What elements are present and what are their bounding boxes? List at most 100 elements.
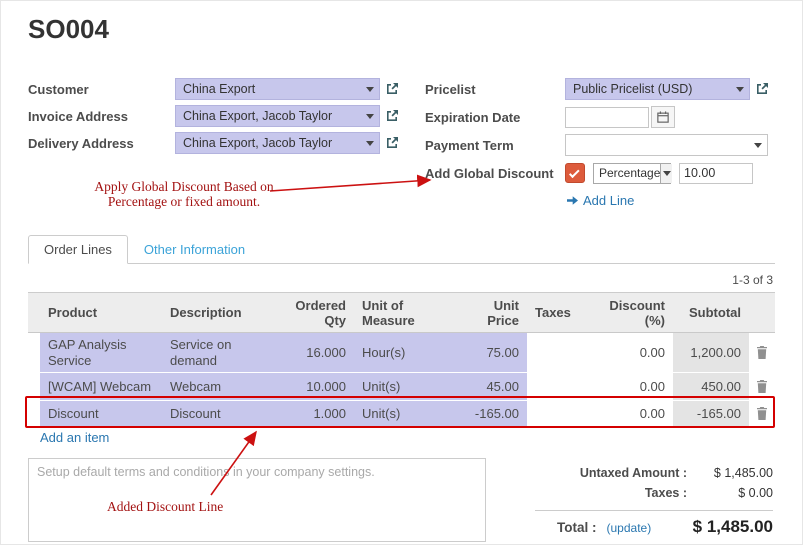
cell-description[interactable]: Service on demand — [162, 333, 269, 373]
external-link-icon[interactable] — [385, 136, 399, 150]
delivery-address-value: China Export, Jacob Taylor — [183, 136, 364, 150]
invoice-address-label: Invoice Address — [28, 109, 175, 124]
col-header-discount[interactable]: Discount (%) — [589, 293, 673, 333]
form-left-column: Customer China Export Invoice Address Ch… — [28, 78, 403, 159]
chevron-down-icon[interactable] — [364, 114, 375, 119]
totals-summary: Untaxed Amount : $ 1,485.00 Taxes : $ 0.… — [535, 463, 773, 537]
table-header-row: Product Description Ordered Qty Unit of … — [28, 293, 775, 333]
total-value: $ 1,485.00 — [651, 517, 773, 537]
cell-unit-price[interactable]: -165.00 — [452, 401, 527, 427]
external-link-icon[interactable] — [385, 109, 399, 123]
payment-term-select[interactable] — [565, 134, 768, 156]
cell-subtotal: -165.00 — [673, 401, 749, 427]
external-link-icon[interactable] — [755, 82, 769, 96]
pricelist-select[interactable]: Public Pricelist (USD) — [565, 78, 750, 100]
col-header-description[interactable]: Description — [162, 293, 269, 333]
customer-value: China Export — [183, 82, 364, 96]
pager: 1-3 of 3 — [732, 273, 773, 287]
page-title: SO004 — [28, 14, 109, 45]
cell-discount[interactable]: 0.00 — [589, 333, 673, 373]
invoice-address-select[interactable]: China Export, Jacob Taylor — [175, 105, 380, 127]
pricelist-label: Pricelist — [425, 82, 565, 97]
delivery-address-select[interactable]: China Export, Jacob Taylor — [175, 132, 380, 154]
notebook-tabs: Order Lines Other Information — [28, 237, 775, 264]
customer-select[interactable]: China Export — [175, 78, 380, 100]
tab-order-lines[interactable]: Order Lines — [28, 235, 128, 264]
col-header-unit-price[interactable]: Unit Price — [452, 293, 527, 333]
cell-subtotal: 450.00 — [673, 373, 749, 401]
chevron-down-icon[interactable] — [734, 87, 745, 92]
annotation-discount-line: Added Discount Line — [107, 499, 223, 514]
cell-unit-price[interactable]: 45.00 — [452, 373, 527, 401]
cell-taxes[interactable] — [527, 333, 589, 373]
cell-discount[interactable]: 0.00 — [589, 373, 673, 401]
col-header-uom[interactable]: Unit of Measure — [354, 293, 452, 333]
trash-icon[interactable] — [749, 346, 775, 359]
global-discount-label: Add Global Discount — [425, 166, 565, 181]
delete-row-button[interactable] — [749, 333, 775, 373]
cell-uom[interactable]: Unit(s) — [354, 401, 452, 427]
update-total-link[interactable]: (update) — [607, 521, 652, 535]
cell-product[interactable]: Discount — [40, 401, 162, 427]
delete-row-button[interactable] — [749, 373, 775, 401]
cell-product[interactable]: [WCAM] Webcam — [40, 373, 162, 401]
payment-term-label: Payment Term — [425, 138, 565, 153]
cell-qty[interactable]: 1.000 — [269, 401, 354, 427]
cell-unit-price[interactable]: 75.00 — [452, 333, 527, 373]
chevron-down-icon[interactable] — [752, 143, 763, 148]
chevron-down-icon[interactable] — [364, 141, 375, 146]
delete-row-button[interactable] — [749, 401, 775, 427]
row-handle — [28, 333, 40, 373]
discount-type-select[interactable]: Percentage — [593, 163, 671, 184]
cell-description[interactable]: Webcam — [162, 373, 269, 401]
arrow-right-icon — [567, 195, 578, 206]
taxes-label: Taxes : — [535, 486, 687, 500]
terms-textarea[interactable] — [28, 458, 486, 542]
add-line-button[interactable]: Add Line — [567, 193, 634, 208]
col-header-taxes[interactable]: Taxes — [527, 293, 589, 333]
cell-uom[interactable]: Unit(s) — [354, 373, 452, 401]
col-header-delete — [749, 293, 775, 333]
tab-other-information[interactable]: Other Information — [128, 235, 261, 264]
cell-qty[interactable]: 10.000 — [269, 373, 354, 401]
trash-icon[interactable] — [749, 380, 775, 393]
sales-order-form: SO004 Customer China Export Invoice Addr… — [0, 0, 803, 545]
cell-discount[interactable]: 0.00 — [589, 401, 673, 427]
row-handle — [28, 401, 40, 427]
cell-taxes[interactable] — [527, 401, 589, 427]
expiration-date-label: Expiration Date — [425, 110, 565, 125]
table-row-discount: Discount Discount 1.000 Unit(s) -165.00 … — [28, 401, 775, 427]
cell-product[interactable]: GAP Analysis Service — [40, 333, 162, 373]
untaxed-amount-label: Untaxed Amount : — [535, 466, 687, 480]
chevron-down-icon[interactable] — [364, 87, 375, 92]
table-row: GAP Analysis Service Service on demand 1… — [28, 333, 775, 373]
col-header-subtotal[interactable]: Subtotal — [673, 293, 749, 333]
pricelist-value: Public Pricelist (USD) — [573, 82, 734, 96]
taxes-value: $ 0.00 — [687, 486, 773, 500]
total-label: Total : — [557, 520, 597, 535]
global-discount-checkbox[interactable] — [565, 163, 585, 183]
cell-uom[interactable]: Hour(s) — [354, 333, 452, 373]
delivery-address-label: Delivery Address — [28, 136, 175, 151]
check-icon — [569, 167, 580, 178]
row-handle — [28, 373, 40, 401]
chevron-down-icon[interactable] — [660, 164, 672, 183]
col-header-qty[interactable]: Ordered Qty — [269, 293, 354, 333]
discount-amount-input[interactable] — [679, 163, 753, 184]
col-header-handle — [28, 293, 40, 333]
add-an-item-link[interactable]: Add an item — [40, 430, 109, 445]
invoice-address-value: China Export, Jacob Taylor — [183, 109, 364, 123]
trash-icon[interactable] — [749, 407, 775, 420]
untaxed-amount-value: $ 1,485.00 — [687, 466, 773, 480]
col-header-product[interactable]: Product — [40, 293, 162, 333]
external-link-icon[interactable] — [385, 82, 399, 96]
table-row: [WCAM] Webcam Webcam 10.000 Unit(s) 45.0… — [28, 373, 775, 401]
cell-qty[interactable]: 16.000 — [269, 333, 354, 373]
cell-taxes[interactable] — [527, 373, 589, 401]
order-lines-table: Product Description Ordered Qty Unit of … — [28, 292, 775, 427]
calendar-icon[interactable] — [651, 106, 675, 128]
annotation-global-discount: Apply Global Discount Based on Percentag… — [88, 179, 280, 209]
cell-description[interactable]: Discount — [162, 401, 269, 427]
expiration-date-input[interactable] — [565, 107, 649, 128]
cell-subtotal: 1,200.00 — [673, 333, 749, 373]
